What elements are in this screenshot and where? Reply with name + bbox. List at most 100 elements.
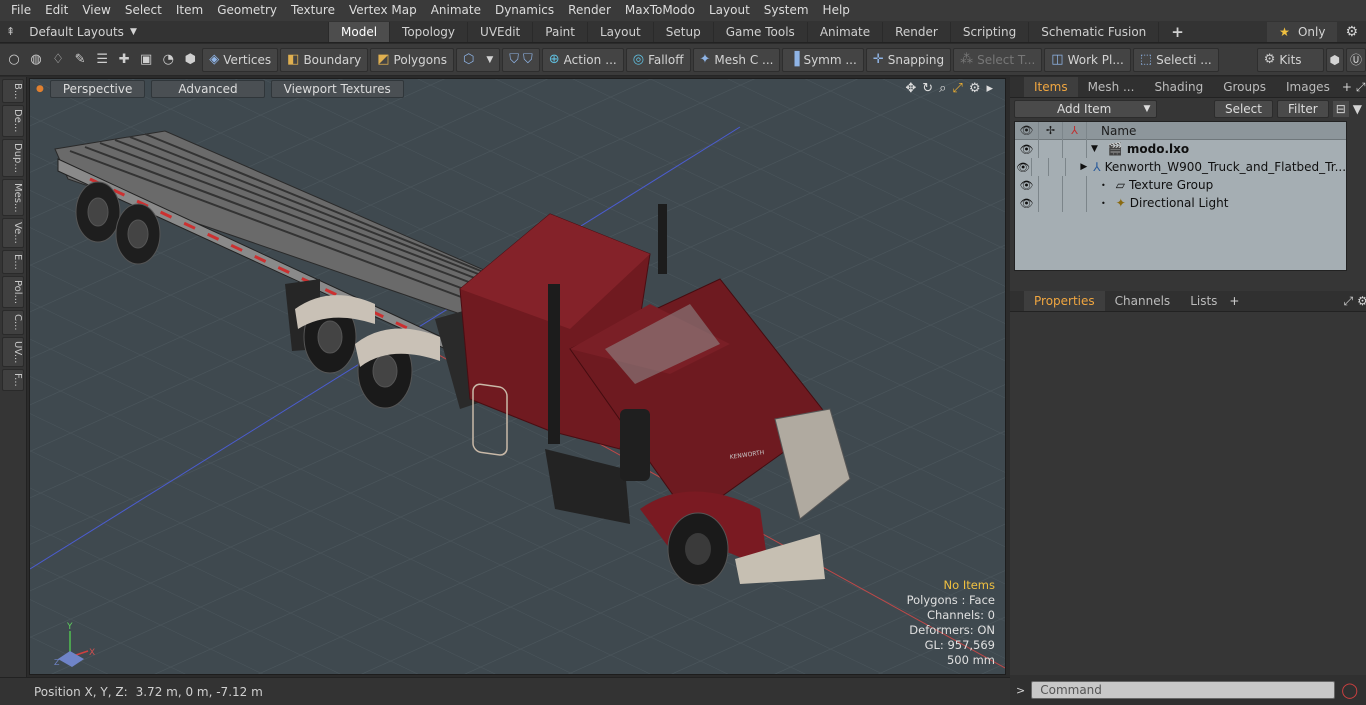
tab-schematic-fusion[interactable]: Schematic Fusion	[1028, 21, 1158, 42]
left-tab-edge[interactable]: E...	[2, 250, 24, 274]
collapse-icon[interactable]: ⊟	[1332, 101, 1349, 117]
left-tab-polygon[interactable]: Pol...	[2, 275, 24, 308]
fit-icon[interactable]: ⤢	[952, 81, 962, 96]
eye-icon[interactable]: 👁	[1015, 194, 1039, 212]
menu-select[interactable]: Select	[118, 0, 169, 21]
layout-dropdown[interactable]: ⇞ Default Layouts ▼	[0, 25, 200, 39]
filter-button[interactable]: Filter	[1276, 100, 1329, 118]
tab-uvedit[interactable]: UVEdit	[467, 21, 532, 42]
name-column-header[interactable]: Name	[1087, 124, 1136, 138]
eye-icon[interactable]: 👁	[1015, 140, 1039, 158]
3d-viewport[interactable]: KENWORTH Y X Z ● Perspective Advanced Vi…	[29, 78, 1006, 675]
polygons-button[interactable]: ◩ Polygons	[370, 47, 454, 72]
tab-scripting[interactable]: Scripting	[949, 21, 1028, 42]
boundary-button[interactable]: ◧ Boundary	[280, 47, 369, 72]
eye-icon[interactable]: 👁	[1015, 176, 1039, 194]
viewport-scene[interactable]: KENWORTH Y X Z	[30, 79, 1006, 675]
pan-icon[interactable]: ✥	[905, 81, 916, 96]
expand-properties-icon[interactable]: ⤢	[1343, 294, 1353, 309]
tab-model[interactable]: Model	[328, 21, 390, 42]
tab-items[interactable]: Items	[1024, 77, 1078, 97]
kits-button[interactable]: ⚙ Kits	[1256, 47, 1324, 72]
align-icon[interactable]: ☰	[92, 48, 112, 72]
left-tab-deform[interactable]: De...	[2, 105, 24, 137]
menu-texture[interactable]: Texture	[284, 0, 342, 21]
menu-vertex-map[interactable]: Vertex Map	[342, 0, 424, 21]
menu-edit[interactable]: Edit	[38, 0, 75, 21]
menu-help[interactable]: Help	[816, 0, 857, 21]
command-input[interactable]: Command	[1031, 681, 1336, 699]
menu-dynamics[interactable]: Dynamics	[488, 0, 561, 21]
menu-item[interactable]: Item	[169, 0, 210, 21]
symmetry-button[interactable]: ▐ Symm ...	[782, 47, 864, 72]
add-tab-button[interactable]: +	[1158, 21, 1196, 42]
selection-sets-button[interactable]: ⬚ Selecti ...	[1132, 47, 1219, 72]
left-tab-uv[interactable]: UV...	[2, 336, 24, 367]
add-item-button[interactable]: Add Item ▼	[1014, 100, 1158, 118]
falloff-button[interactable]: ◎ Falloff	[625, 47, 691, 72]
left-tab-basic[interactable]: B...	[2, 79, 24, 104]
left-tab-duplicate[interactable]: Dup...	[2, 138, 24, 177]
tab-setup[interactable]: Setup	[652, 21, 713, 42]
tab-animate[interactable]: Animate	[806, 21, 882, 42]
left-tab-curve[interactable]: C...	[2, 309, 24, 335]
list-item[interactable]: 👁 • ✦ Directional Light	[1015, 194, 1346, 212]
tab-lists[interactable]: Lists	[1180, 291, 1227, 311]
advanced-button[interactable]: Advanced	[151, 80, 265, 98]
tab-game-tools[interactable]: Game Tools	[712, 21, 807, 42]
brush-icon[interactable]: ✎	[70, 48, 90, 72]
select-button[interactable]: Select	[1213, 100, 1273, 118]
tab-topology[interactable]: Topology	[389, 21, 467, 42]
list-item[interactable]: 👁 ▶ ⅄ Kenworth_W900_Truck_and_Flatbed_Tr…	[1015, 158, 1346, 176]
orbit-icon[interactable]: ↻	[922, 81, 933, 96]
record-macro-icon[interactable]: ◯	[1341, 681, 1358, 699]
action-button[interactable]: ⊕ Action...	[541, 47, 624, 72]
item-mode-icon[interactable]: ⬢	[180, 48, 200, 72]
left-tab-mesh-edit[interactable]: Mes...	[2, 178, 24, 217]
gear-icon[interactable]: ⚙	[1345, 24, 1358, 40]
center-icon[interactable]: ✚	[114, 48, 134, 72]
add-properties-tab-icon[interactable]: +	[1229, 294, 1239, 308]
mesh-constraint-button[interactable]: ✦ Mesh C ...	[692, 47, 781, 72]
zoom-icon[interactable]: ⌕	[939, 81, 946, 96]
eye-icon[interactable]: 👁	[1015, 158, 1033, 176]
viewport-textures-button[interactable]: Viewport Textures	[270, 80, 404, 98]
funnel-icon[interactable]: ▼	[1353, 102, 1362, 116]
tab-channels[interactable]: Channels	[1105, 291, 1181, 311]
tab-properties[interactable]: Properties	[1024, 291, 1105, 311]
expand-arrow-icon[interactable]: ▶	[1080, 162, 1087, 172]
menu-animate[interactable]: Animate	[424, 0, 488, 21]
tab-layout[interactable]: Layout	[586, 21, 653, 42]
perspective-button[interactable]: Perspective	[49, 80, 146, 98]
tab-render[interactable]: Render	[882, 21, 950, 42]
lasso-icon[interactable]: ♢	[48, 48, 68, 72]
select-through-button[interactable]: ⁂ Select T...	[953, 47, 1043, 72]
circle-select-icon[interactable]: ○	[4, 48, 24, 72]
unreal-button[interactable]: Ⓤ	[1346, 47, 1366, 72]
symmetry-mode-button[interactable]: ⛉ ⛉	[502, 47, 540, 72]
add-panel-tab-icon[interactable]: +	[1342, 80, 1352, 94]
collapse-arrow-icon[interactable]: ▼	[1091, 144, 1098, 154]
menu-file[interactable]: File	[4, 0, 38, 21]
rotate-select-icon[interactable]: ▣	[136, 48, 156, 72]
tab-shading[interactable]: Shading	[1144, 77, 1213, 97]
unity-button[interactable]: ⬢	[1325, 47, 1344, 72]
list-item[interactable]: 👁 ▼ 🎬 modo.lxo	[1015, 140, 1346, 158]
menu-layout[interactable]: Layout	[702, 0, 757, 21]
menu-view[interactable]: View	[75, 0, 117, 21]
tab-mesh[interactable]: Mesh ...	[1078, 77, 1145, 97]
properties-settings-icon[interactable]: ⚙	[1357, 294, 1366, 308]
viewport-menu-icon[interactable]: ▸	[986, 81, 993, 96]
tab-groups[interactable]: Groups	[1213, 77, 1276, 97]
left-tab-vertex[interactable]: Ve...	[2, 218, 24, 249]
menu-system[interactable]: System	[757, 0, 816, 21]
menu-geometry[interactable]: Geometry	[210, 0, 284, 21]
work-plane-button[interactable]: ◫ Work Pl...	[1044, 47, 1131, 72]
menu-maxtomodo[interactable]: MaxToModo	[618, 0, 702, 21]
only-button[interactable]: ★ Only	[1267, 21, 1338, 42]
list-item[interactable]: 👁 • ▱ Texture Group	[1015, 176, 1346, 194]
material-mode-button[interactable]: ⬡ ▼	[455, 47, 501, 72]
menu-render[interactable]: Render	[561, 0, 618, 21]
wheel-icon[interactable]: ◔	[158, 48, 178, 72]
snapping-button[interactable]: ✛ Snapping	[865, 47, 952, 72]
